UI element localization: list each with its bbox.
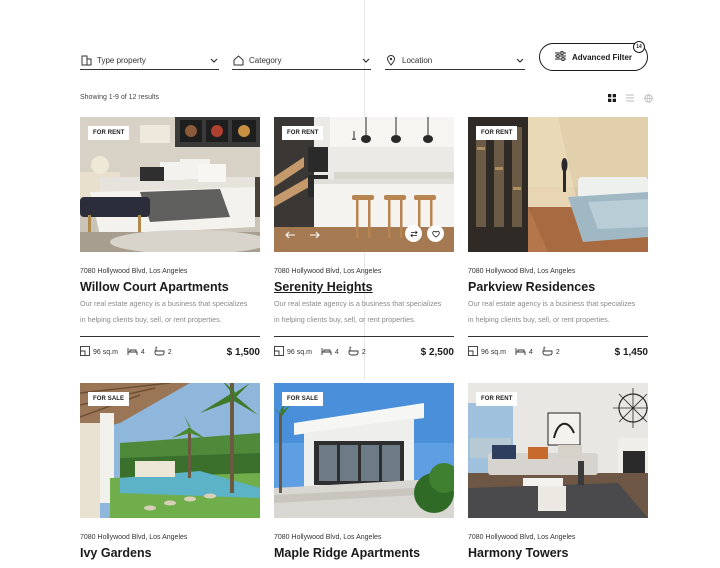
listing-card[interactable]: FOR RENT 7080 Hollywood Blvd, Los Angele…: [80, 117, 260, 358]
bed-icon: [127, 347, 138, 358]
arrow-left-icon[interactable]: [284, 229, 296, 241]
listing-card[interactable]: FOR RENT 7080 Hollywood Blvd, Los Angele…: [274, 117, 454, 358]
listing-meta: 96 sq.m 4 2 $ 2,500: [274, 336, 454, 358]
category-select[interactable]: Category: [232, 52, 371, 70]
listing-photo[interactable]: FOR SALE: [80, 383, 260, 518]
floor-plan-icon: [80, 346, 90, 358]
listing-description: Our real estate agency is a business tha…: [468, 299, 636, 324]
type-property-select[interactable]: Type property: [80, 52, 219, 70]
list-icon[interactable]: [625, 93, 635, 103]
filter-count-badge: 14: [633, 41, 645, 53]
listing-baths: 2: [361, 348, 366, 356]
swap-icon: [409, 230, 418, 238]
map-icon[interactable]: [643, 93, 653, 103]
listing-address: 7080 Hollywood Blvd, Los Angeles: [80, 268, 188, 275]
listing-baths: 2: [555, 348, 560, 356]
listing-price: $ 1,450: [614, 346, 648, 358]
listing-card[interactable]: FOR SALE 7080 Hollywood Blvd, Los Angele…: [80, 383, 260, 560]
listing-photo[interactable]: FOR SALE: [274, 383, 454, 518]
type-property-label: Type property: [97, 56, 146, 65]
listing-area: 96 sq.m: [93, 348, 118, 356]
view-toggle-group: [607, 93, 653, 103]
listing-area: 96 sq.m: [287, 348, 312, 356]
results-count: Showing 1-9 of 12 results: [80, 94, 159, 101]
listing-status-badge: FOR SALE: [88, 392, 130, 406]
chevron-down-icon: [515, 56, 525, 66]
listing-address: 7080 Hollywood Blvd, Los Angeles: [468, 534, 576, 541]
listing-status-badge: FOR SALE: [282, 392, 324, 406]
bath-icon: [348, 346, 359, 358]
listing-address: 7080 Hollywood Blvd, Los Angeles: [274, 268, 382, 275]
listing-baths: 2: [167, 348, 172, 356]
listing-status-badge: FOR RENT: [282, 126, 324, 140]
advanced-filter-button[interactable]: Advanced Filter 14: [539, 41, 648, 71]
bed-icon: [515, 347, 526, 358]
listing-price: $ 1,500: [226, 346, 260, 358]
listing-meta: 96 sq.m 4 2 $ 1,500: [80, 336, 260, 358]
compare-button[interactable]: [405, 225, 422, 242]
listing-beds: 4: [334, 348, 339, 356]
location-label: Location: [402, 56, 433, 65]
category-label: Category: [249, 56, 282, 65]
listing-photo[interactable]: FOR RENT: [80, 117, 260, 252]
chevron-down-icon: [209, 56, 219, 66]
floor-plan-icon: [274, 346, 284, 358]
listing-price: $ 2,500: [420, 346, 454, 358]
listing-photo[interactable]: FOR RENT: [468, 383, 648, 518]
bath-icon: [154, 346, 165, 358]
listing-beds: 4: [528, 348, 533, 356]
floor-plan-icon: [468, 346, 478, 358]
location-pin-icon: [385, 55, 397, 67]
building-icon: [80, 55, 92, 67]
sliders-icon: [554, 48, 566, 66]
listing-description: Our real estate agency is a business tha…: [80, 299, 248, 324]
grid-icon[interactable]: [607, 93, 617, 103]
listing-title[interactable]: Parkview Residences: [468, 280, 648, 294]
favorite-button[interactable]: [427, 225, 444, 242]
listing-status-badge: FOR RENT: [476, 126, 518, 140]
listing-title[interactable]: Willow Court Apartments: [80, 280, 260, 294]
bed-icon: [321, 347, 332, 358]
chevron-down-icon: [361, 56, 371, 66]
listing-title[interactable]: Maple Ridge Apartments: [274, 546, 454, 560]
listing-address: 7080 Hollywood Blvd, Los Angeles: [468, 268, 576, 275]
listing-address: 7080 Hollywood Blvd, Los Angeles: [274, 534, 382, 541]
listing-card[interactable]: FOR SALE 7080 Hollywood Blvd, Los Angele…: [274, 383, 454, 560]
home-icon: [232, 55, 244, 67]
listing-area: 96 sq.m: [481, 348, 506, 356]
listing-photo[interactable]: FOR RENT: [274, 117, 454, 252]
listing-title[interactable]: Serenity Heights: [274, 280, 454, 294]
advanced-filter-label: Advanced Filter: [571, 52, 632, 62]
listing-card[interactable]: FOR RENT 7080 Hollywood Blvd, Los Angele…: [468, 117, 648, 358]
listing-beds: 4: [140, 348, 145, 356]
listing-title[interactable]: Harmony Towers: [468, 546, 648, 560]
bath-icon: [542, 346, 553, 358]
arrow-right-icon[interactable]: [308, 229, 320, 241]
listing-status-badge: FOR RENT: [88, 126, 130, 140]
location-select[interactable]: Location: [385, 52, 525, 70]
listing-title[interactable]: Ivy Gardens: [80, 546, 260, 560]
listing-description: Our real estate agency is a business tha…: [274, 299, 442, 324]
listing-card[interactable]: FOR RENT 7080 Hollywood Blvd, Los Angele…: [468, 383, 648, 560]
listing-address: 7080 Hollywood Blvd, Los Angeles: [80, 534, 188, 541]
listing-photo[interactable]: FOR RENT: [468, 117, 648, 252]
listing-status-badge: FOR RENT: [476, 392, 518, 406]
heart-icon: [431, 230, 440, 238]
listing-meta: 96 sq.m 4 2 $ 1,450: [468, 336, 648, 358]
